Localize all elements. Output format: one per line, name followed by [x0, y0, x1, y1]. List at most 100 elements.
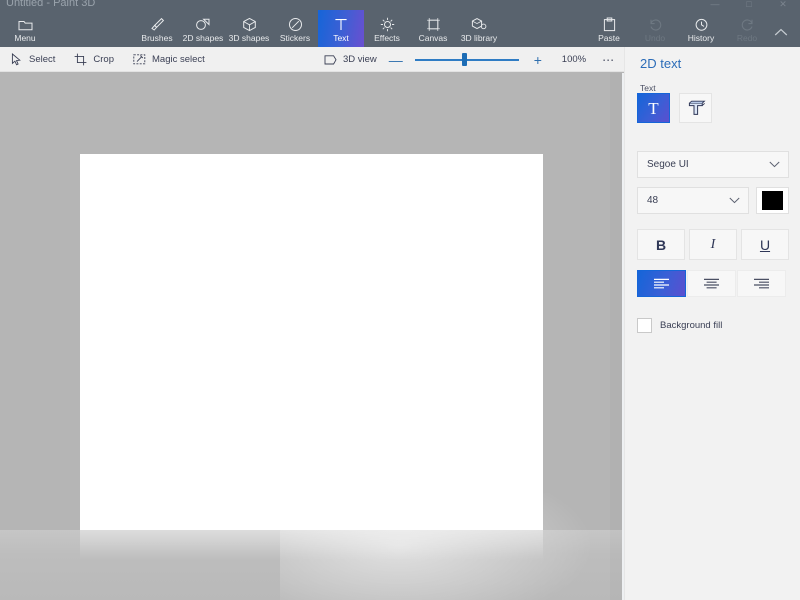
minimize-icon[interactable]: —	[698, 0, 732, 10]
tool-2d-shapes[interactable]: 2D shapes	[180, 10, 226, 47]
font-family-dropdown[interactable]: Segoe UI	[637, 151, 789, 178]
text-properties-panel: 2D text Text T Segoe UI 48	[624, 47, 800, 600]
panel-title: 2D text	[640, 56, 681, 71]
align-right-button[interactable]	[737, 270, 786, 297]
undo-icon	[648, 15, 663, 32]
2d-text-icon: T	[648, 100, 658, 117]
tool-text[interactable]: Text	[318, 10, 364, 47]
chevron-up-icon	[774, 20, 788, 37]
collapse-ribbon-button[interactable]	[766, 10, 796, 47]
undo-label: Undo	[645, 34, 665, 43]
folder-icon	[18, 15, 33, 32]
3d-view-icon	[323, 53, 337, 67]
tool-3d-library[interactable]: 3D library	[456, 10, 502, 47]
tool-2d-shapes-label: 2D shapes	[183, 34, 224, 43]
zoom-in-button[interactable]: +	[528, 47, 548, 72]
history-label: History	[688, 34, 714, 43]
tool-stickers-label: Stickers	[280, 34, 310, 43]
menu-button[interactable]: Menu	[2, 10, 48, 47]
text-section-label: Text	[640, 83, 656, 93]
text-alignment-group	[637, 270, 786, 297]
tool-effects[interactable]: Effects	[364, 10, 410, 47]
drawing-canvas[interactable]	[80, 154, 543, 530]
secondary-toolbar: Select Crop Magic select 3D view —	[0, 47, 624, 72]
crop-icon	[73, 52, 87, 66]
tool-3d-shapes-label: 3D shapes	[229, 34, 270, 43]
magic-select-label: Magic select	[152, 54, 205, 65]
redo-label: Redo	[737, 34, 757, 43]
zoom-controls: 3D view — + 100% ⋯	[314, 47, 615, 72]
font-size-value: 48	[638, 195, 729, 206]
history-icon	[694, 15, 709, 32]
chevron-down-icon	[729, 197, 748, 204]
select-label: Select	[29, 54, 55, 65]
brush-icon	[150, 15, 165, 32]
3d-library-icon	[471, 15, 487, 32]
tool-brushes[interactable]: Brushes	[134, 10, 180, 47]
tool-stickers[interactable]: Stickers	[272, 10, 318, 47]
3d-view-label: 3D view	[343, 54, 377, 65]
font-size-dropdown[interactable]: 48	[637, 187, 749, 214]
window-controls: — □ ✕	[698, 0, 800, 10]
canvas-reflection	[80, 530, 543, 560]
color-swatch	[762, 191, 783, 210]
align-left-button[interactable]	[637, 270, 686, 297]
tool-canvas-label: Canvas	[419, 34, 448, 43]
bold-button[interactable]: B	[637, 229, 685, 260]
undo-button[interactable]: Undo	[632, 10, 678, 47]
magic-select-button[interactable]: Magic select	[123, 47, 214, 72]
menu-label: Menu	[14, 34, 35, 43]
2d-text-button[interactable]: T	[637, 93, 670, 123]
effects-icon	[380, 15, 395, 32]
redo-icon	[740, 15, 755, 32]
align-left-icon	[653, 278, 670, 290]
italic-button[interactable]: I	[689, 229, 737, 260]
underline-button[interactable]: U	[741, 229, 789, 260]
maximize-icon[interactable]: □	[732, 0, 766, 10]
text-color-button[interactable]	[756, 187, 789, 214]
canvas-icon	[426, 15, 441, 32]
redo-button[interactable]: Redo	[724, 10, 770, 47]
crop-button[interactable]: Crop	[64, 47, 123, 72]
tool-text-label: Text	[333, 34, 349, 43]
paint3d-window: Untitled - Paint 3D — □ ✕ Menu Brushes	[0, 0, 800, 600]
background-fill-checkbox[interactable]	[637, 318, 652, 333]
2d-shapes-icon	[195, 15, 211, 32]
text-icon	[334, 15, 348, 32]
workspace[interactable]	[0, 73, 624, 600]
tool-3d-shapes[interactable]: 3D shapes	[226, 10, 272, 47]
zoom-level-label: 100%	[562, 54, 586, 65]
stickers-icon	[288, 15, 303, 32]
main-toolbar: Menu Brushes 2D shapes 3D shapes	[0, 10, 800, 47]
3d-view-button[interactable]: 3D view	[314, 47, 386, 72]
paste-button[interactable]: Paste	[586, 10, 632, 47]
tool-canvas[interactable]: Canvas	[410, 10, 456, 47]
chevron-down-icon	[769, 161, 788, 168]
3d-shapes-icon	[242, 15, 257, 32]
zoom-slider-track	[415, 59, 519, 61]
align-center-icon	[703, 278, 720, 290]
select-button[interactable]: Select	[0, 47, 64, 72]
tool-brushes-label: Brushes	[141, 34, 172, 43]
background-fill-row[interactable]: Background fill	[637, 318, 722, 333]
3d-text-icon	[686, 99, 706, 118]
font-family-value: Segoe UI	[638, 159, 769, 170]
crop-label: Crop	[93, 54, 114, 65]
tool-3d-library-label: 3D library	[461, 34, 497, 43]
close-icon[interactable]: ✕	[766, 0, 800, 10]
title-bar: Untitled - Paint 3D — □ ✕	[0, 0, 800, 10]
zoom-out-button[interactable]: —	[386, 47, 406, 72]
font-style-group: B I U	[637, 229, 789, 260]
align-center-button[interactable]	[687, 270, 736, 297]
window-title: Untitled - Paint 3D	[6, 0, 95, 9]
zoom-slider[interactable]	[415, 47, 519, 72]
cursor-icon	[9, 52, 23, 66]
magic-select-icon	[132, 52, 146, 66]
3d-text-button[interactable]	[679, 93, 712, 123]
history-button[interactable]: History	[678, 10, 724, 47]
more-options-button[interactable]: ⋯	[602, 54, 615, 66]
paste-icon	[603, 15, 616, 32]
zoom-slider-thumb[interactable]	[462, 53, 467, 66]
background-fill-label: Background fill	[660, 320, 722, 331]
paste-label: Paste	[598, 34, 620, 43]
